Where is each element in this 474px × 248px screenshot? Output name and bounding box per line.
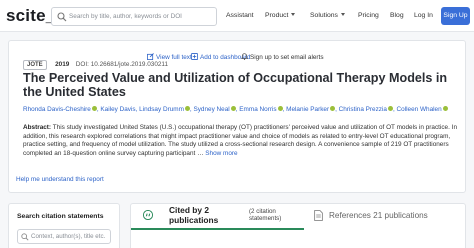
quote-icon (143, 210, 153, 220)
external-link-icon (147, 53, 154, 60)
citation-search-title: Search citation statements (17, 213, 104, 220)
author-link[interactable]: Rhonda Davis-Cheshire (23, 106, 91, 113)
abstract-text: This study investigated United States (U… (23, 124, 457, 157)
nav-pricing[interactable]: Pricing (358, 12, 379, 19)
author-link[interactable]: Melanie Parker (286, 106, 329, 113)
citation-statements-count: (2 citation statements) (249, 208, 282, 223)
chevron-down-icon (291, 13, 296, 16)
doi-link[interactable]: DOI: 10.26681/jote.2019.030211 (76, 61, 168, 68)
author-link[interactable]: Emma Norris (239, 106, 276, 113)
top-navigation-bar: scite_ Assistant Product Solutions Prici… (0, 0, 474, 32)
author-link[interactable]: Christina Prezzia (339, 106, 387, 113)
journal-badge[interactable]: JOTE (23, 60, 47, 70)
signup-button[interactable]: Sign Up (441, 7, 470, 25)
author-link[interactable]: Sydney Neal (193, 106, 229, 113)
orcid-icon (330, 106, 336, 111)
search-icon (21, 233, 29, 241)
orcid-icon (91, 106, 97, 111)
citation-search-box[interactable] (17, 229, 111, 244)
chevron-down-icon (340, 13, 345, 16)
nav-product-label: Product (265, 12, 289, 19)
publication-year: 2019 (55, 61, 70, 68)
abstract: Abstract: This study investigated United… (23, 124, 459, 158)
citation-search-input[interactable] (31, 231, 109, 242)
search-icon (57, 12, 67, 22)
references-label: References 21 publications (329, 211, 428, 220)
author-link[interactable]: Lindsay Drumm (139, 106, 184, 113)
nav-assistant[interactable]: Assistant (226, 12, 254, 19)
article-card: JOTE 2019 DOI: 10.26681/jote.2019.030211… (8, 40, 466, 193)
citation-tabs: Cited by 2 publications (2 citation stat… (130, 203, 466, 248)
view-full-text-label: View full text (156, 54, 192, 61)
dashboard-icon (191, 53, 198, 60)
tab-references[interactable]: References 21 publications (312, 204, 467, 230)
bell-icon (241, 53, 248, 60)
email-alerts-link[interactable]: Sign up to set email alerts (241, 53, 324, 61)
orcid-icon (184, 106, 190, 111)
author-link[interactable]: Colleen Whalen (397, 106, 442, 113)
nav-product[interactable]: Product (265, 12, 296, 19)
citation-search-panel: Search citation statements (8, 203, 120, 248)
view-full-text-link[interactable]: View full text (147, 53, 192, 61)
abstract-label: Abstract: (23, 124, 52, 131)
scite-logo[interactable]: scite_ (6, 6, 55, 26)
article-title: The Perceived Value and Utilization of O… (23, 71, 448, 99)
nav-solutions[interactable]: Solutions (310, 12, 345, 19)
login-link[interactable]: Log In (414, 12, 433, 19)
nav-solutions-label: Solutions (310, 12, 338, 19)
search-box[interactable] (51, 7, 217, 26)
tab-cited-by[interactable]: Cited by 2 publications (2 citation stat… (131, 204, 304, 230)
cited-by-label: Cited by 2 publications (169, 205, 219, 225)
document-icon (314, 210, 323, 221)
show-more-link[interactable]: Show more (205, 150, 237, 157)
nav-blog[interactable]: Blog (390, 12, 404, 19)
search-input[interactable] (69, 10, 215, 23)
help-understand-report-link[interactable]: Help me understand this report (16, 176, 104, 183)
orcid-icon (277, 106, 283, 111)
orcid-icon (230, 106, 236, 111)
author-list: Rhonda Davis-Cheshire, Kailey Davis, Lin… (23, 106, 463, 113)
orcid-icon (442, 106, 448, 111)
email-alerts-label: Sign up to set email alerts (250, 54, 324, 61)
orcid-icon (387, 106, 393, 111)
author-link[interactable]: Kailey Davis (100, 106, 135, 113)
